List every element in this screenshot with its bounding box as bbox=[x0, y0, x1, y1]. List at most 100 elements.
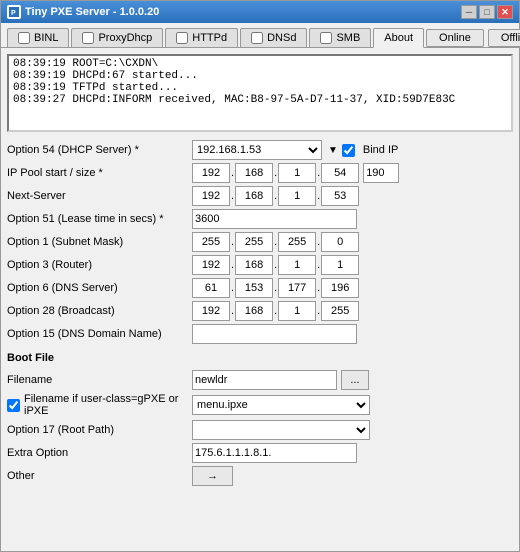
nextserver-ip-d[interactable] bbox=[321, 186, 359, 206]
option1-label: Option 1 (Subnet Mask) bbox=[7, 236, 192, 248]
nextserver-ip-b[interactable] bbox=[235, 186, 273, 206]
nextserver-ip-a[interactable] bbox=[192, 186, 230, 206]
title-bar: P Tiny PXE Server - 1.0.0.20 ─ □ ✕ bbox=[1, 1, 519, 23]
option6-ip-d[interactable] bbox=[321, 278, 359, 298]
option51-input[interactable] bbox=[192, 209, 357, 229]
option1-ip-d[interactable] bbox=[321, 232, 359, 252]
tab-dnsd-label: DNSd bbox=[267, 32, 296, 44]
other-button[interactable]: → bbox=[192, 466, 233, 486]
option3-ip-a[interactable] bbox=[192, 255, 230, 275]
option15-input[interactable] bbox=[192, 324, 357, 344]
option54-controls: 192.168.1.53 ▼ Bind IP bbox=[192, 140, 398, 160]
userclass-checkbox-group: Filename if user-class=gPXE or iPXE bbox=[7, 393, 192, 417]
nextserver-ip-group: . . . bbox=[192, 186, 359, 206]
extra-row: Extra Option bbox=[7, 443, 513, 463]
log-line-3: 08:39:19 TFTPd started... bbox=[13, 82, 507, 94]
tab-dnsd[interactable]: DNSd bbox=[240, 28, 307, 47]
option6-ip-c[interactable] bbox=[278, 278, 316, 298]
option28-ip-a[interactable] bbox=[192, 301, 230, 321]
close-button[interactable]: ✕ bbox=[497, 5, 513, 19]
userclass-label: Filename if user-class=gPXE or iPXE bbox=[24, 393, 192, 417]
action-buttons: Online Offline bbox=[426, 29, 520, 47]
bind-ip-checkbox[interactable] bbox=[342, 144, 355, 157]
option3-row: Option 3 (Router) . . . bbox=[7, 255, 513, 275]
form-area: Option 54 (DHCP Server) * 192.168.1.53 ▼… bbox=[1, 136, 519, 551]
userclass-row: Filename if user-class=gPXE or iPXE menu… bbox=[7, 393, 513, 417]
option1-ip-c[interactable] bbox=[278, 232, 316, 252]
app-icon: P bbox=[7, 5, 21, 19]
offline-button[interactable]: Offline bbox=[488, 29, 520, 47]
extra-label: Extra Option bbox=[7, 447, 192, 459]
boot-file-label: Boot File bbox=[7, 352, 54, 364]
userclass-checkbox[interactable] bbox=[7, 399, 20, 412]
tab-smb[interactable]: SMB bbox=[309, 28, 371, 47]
log-area[interactable]: 08:39:19 ROOT=C:\CXDN\ 08:39:19 DHCPd:67… bbox=[7, 54, 513, 132]
option28-ip-c[interactable] bbox=[278, 301, 316, 321]
other-row: Other → bbox=[7, 466, 513, 486]
extra-input[interactable] bbox=[192, 443, 357, 463]
tab-smb-checkbox[interactable] bbox=[320, 32, 332, 44]
dropdown-arrow-icon: ▼ bbox=[328, 145, 338, 156]
option3-ip-b[interactable] bbox=[235, 255, 273, 275]
nextserver-ip-c[interactable] bbox=[278, 186, 316, 206]
pool-ip-group: . . . bbox=[192, 163, 399, 183]
option54-select[interactable]: 192.168.1.53 bbox=[192, 140, 322, 160]
pool-ip-d[interactable] bbox=[321, 163, 359, 183]
tab-binl[interactable]: BINL bbox=[7, 28, 69, 47]
minimize-button[interactable]: ─ bbox=[461, 5, 477, 19]
filename-input[interactable] bbox=[192, 370, 337, 390]
browse-button[interactable]: ... bbox=[341, 370, 369, 390]
pool-row: IP Pool start / size * . . . bbox=[7, 163, 513, 183]
option17-select[interactable] bbox=[192, 420, 370, 440]
window-controls: ─ □ ✕ bbox=[461, 5, 513, 19]
option28-ip-b[interactable] bbox=[235, 301, 273, 321]
main-window: P Tiny PXE Server - 1.0.0.20 ─ □ ✕ BINL … bbox=[0, 0, 520, 552]
option3-ip-group: . . . bbox=[192, 255, 359, 275]
pool-ip-b[interactable] bbox=[235, 163, 273, 183]
bootfile-section: Boot File bbox=[7, 347, 513, 367]
pool-size-input[interactable] bbox=[363, 163, 399, 183]
log-line-4: 08:39:27 DHCPd:INFORM received, MAC:B8-9… bbox=[13, 94, 507, 106]
pool-ip-a[interactable] bbox=[192, 163, 230, 183]
option15-row: Option 15 (DNS Domain Name) bbox=[7, 324, 513, 344]
tab-about-label: About bbox=[384, 32, 413, 44]
tab-binl-checkbox[interactable] bbox=[18, 32, 30, 44]
maximize-button[interactable]: □ bbox=[479, 5, 495, 19]
option28-ip-group: . . . bbox=[192, 301, 359, 321]
tab-bar: BINL ProxyDhcp HTTPd DNSd SMB About Onli… bbox=[1, 23, 519, 48]
option28-row: Option 28 (Broadcast) . . . bbox=[7, 301, 513, 321]
option51-label: Option 51 (Lease time in secs) * bbox=[7, 213, 192, 225]
tab-proxydhcp-checkbox[interactable] bbox=[82, 32, 94, 44]
option3-ip-c[interactable] bbox=[278, 255, 316, 275]
option6-ip-b[interactable] bbox=[235, 278, 273, 298]
tab-binl-label: BINL bbox=[34, 32, 58, 44]
tab-httpd[interactable]: HTTPd bbox=[165, 28, 238, 47]
window-title: Tiny PXE Server - 1.0.0.20 bbox=[25, 6, 461, 18]
tab-httpd-checkbox[interactable] bbox=[176, 32, 188, 44]
tab-proxydhcp[interactable]: ProxyDhcp bbox=[71, 28, 163, 47]
pool-ip-c[interactable] bbox=[278, 163, 316, 183]
option6-label: Option 6 (DNS Server) bbox=[7, 282, 192, 294]
option54-row: Option 54 (DHCP Server) * 192.168.1.53 ▼… bbox=[7, 140, 513, 160]
tab-dnsd-checkbox[interactable] bbox=[251, 32, 263, 44]
option6-ip-a[interactable] bbox=[192, 278, 230, 298]
option6-row: Option 6 (DNS Server) . . . bbox=[7, 278, 513, 298]
option54-label: Option 54 (DHCP Server) * bbox=[7, 144, 192, 156]
filename-label: Filename bbox=[7, 374, 192, 386]
log-line-2: 08:39:19 DHCPd:67 started... bbox=[13, 70, 507, 82]
log-line-1: 08:39:19 ROOT=C:\CXDN\ bbox=[13, 58, 507, 70]
userclass-select[interactable]: menu.ipxe bbox=[192, 395, 370, 415]
online-button[interactable]: Online bbox=[426, 29, 484, 47]
other-arrow-icon: → bbox=[207, 470, 218, 482]
svg-text:P: P bbox=[11, 10, 16, 17]
option1-ip-a[interactable] bbox=[192, 232, 230, 252]
filename-row: Filename ... bbox=[7, 370, 513, 390]
option28-label: Option 28 (Broadcast) bbox=[7, 305, 192, 317]
option17-row: Option 17 (Root Path) bbox=[7, 420, 513, 440]
option3-ip-d[interactable] bbox=[321, 255, 359, 275]
option28-ip-d[interactable] bbox=[321, 301, 359, 321]
option1-ip-group: . . . bbox=[192, 232, 359, 252]
tab-about[interactable]: About bbox=[373, 28, 424, 48]
option1-ip-b[interactable] bbox=[235, 232, 273, 252]
option17-label: Option 17 (Root Path) bbox=[7, 424, 192, 436]
